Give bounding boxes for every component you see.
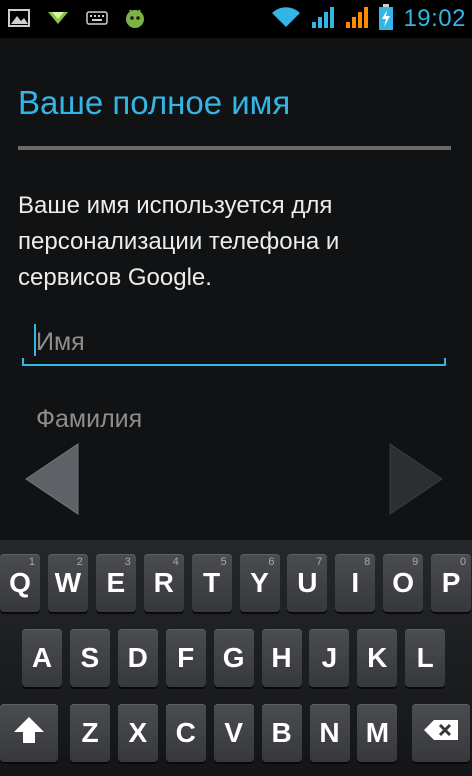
status-bar: 19:02 bbox=[0, 0, 472, 38]
key-e[interactable]: E3 bbox=[95, 554, 136, 612]
key-hint: 2 bbox=[76, 556, 83, 568]
key-label: J bbox=[321, 642, 338, 673]
key-label: T bbox=[203, 567, 221, 598]
key-s[interactable]: S bbox=[69, 629, 110, 687]
key-label: R bbox=[153, 567, 174, 598]
key-j[interactable]: J bbox=[309, 629, 350, 687]
next-button[interactable] bbox=[388, 442, 444, 516]
key-label: V bbox=[224, 717, 244, 748]
key-f[interactable]: F bbox=[165, 629, 206, 687]
shift-icon bbox=[12, 715, 46, 752]
page-title: Ваше полное имя bbox=[18, 84, 291, 121]
key-hint: 0 bbox=[459, 556, 467, 568]
key-hint: 6 bbox=[268, 556, 275, 568]
signal-orange-icon bbox=[345, 6, 369, 33]
key-p[interactable]: P0 bbox=[431, 554, 472, 612]
download-icon bbox=[46, 10, 70, 31]
android-app-icon bbox=[124, 7, 146, 34]
wifi-icon bbox=[271, 6, 301, 33]
signal-icon bbox=[311, 6, 335, 33]
key-label: Z bbox=[81, 717, 99, 748]
key-i[interactable]: I8 bbox=[335, 554, 376, 612]
backspace-icon bbox=[422, 717, 460, 749]
key-d[interactable]: D bbox=[117, 629, 158, 687]
description-text: Ваше имя используется для персонализации… bbox=[18, 192, 340, 291]
key-label: Q bbox=[9, 567, 31, 598]
key-label: I bbox=[351, 567, 360, 598]
title-divider bbox=[18, 146, 451, 150]
key-g[interactable]: G bbox=[213, 629, 254, 687]
clock: 19:02 bbox=[403, 5, 466, 32]
key-hint: 1 bbox=[28, 556, 35, 568]
key-k[interactable]: K bbox=[357, 629, 398, 687]
key-label: W bbox=[54, 567, 82, 598]
key-label: U bbox=[297, 567, 318, 598]
key-hint: 4 bbox=[172, 556, 179, 568]
key-a[interactable]: A bbox=[22, 629, 62, 687]
back-button[interactable] bbox=[24, 442, 80, 516]
shift-key[interactable] bbox=[0, 704, 58, 762]
key-o[interactable]: O9 bbox=[383, 554, 424, 612]
key-label: P bbox=[441, 567, 461, 598]
gallery-icon bbox=[8, 8, 30, 32]
delete-key[interactable] bbox=[412, 704, 470, 762]
key-label: A bbox=[31, 642, 53, 673]
key-l[interactable]: L bbox=[405, 629, 446, 687]
left-arrow-icon bbox=[24, 443, 80, 520]
key-label: O bbox=[392, 567, 415, 598]
key-c[interactable]: C bbox=[165, 704, 206, 762]
key-hint: 5 bbox=[220, 556, 227, 568]
right-arrow-icon bbox=[388, 443, 444, 520]
key-label: L bbox=[416, 642, 434, 673]
key-u[interactable]: U7 bbox=[287, 554, 328, 612]
key-label: Y bbox=[250, 567, 269, 598]
key-label: D bbox=[127, 642, 148, 673]
key-label: F bbox=[177, 642, 195, 673]
key-label: S bbox=[80, 642, 100, 673]
key-hint: 3 bbox=[124, 556, 131, 568]
first-name-underline bbox=[22, 358, 446, 366]
key-hint: 8 bbox=[364, 556, 371, 568]
key-w[interactable]: W2 bbox=[47, 554, 88, 612]
key-label: H bbox=[271, 642, 292, 673]
key-label: M bbox=[365, 717, 390, 748]
soft-keyboard: Q1W2E3R4T5Y6U7I8O9P0 ASDFGHJKL ZXCVBNM bbox=[0, 540, 472, 776]
key-m[interactable]: M bbox=[357, 704, 398, 762]
system-icons: 19:02 bbox=[271, 3, 466, 35]
first-name-field[interactable]: Имя bbox=[22, 318, 446, 366]
key-b[interactable]: B bbox=[261, 704, 302, 762]
key-label: X bbox=[128, 717, 148, 748]
key-label: C bbox=[175, 717, 196, 748]
key-q[interactable]: Q1 bbox=[0, 554, 40, 612]
battery-charging-icon bbox=[379, 3, 394, 35]
key-h[interactable]: H bbox=[261, 629, 302, 687]
keyboard-icon bbox=[86, 10, 108, 30]
key-label: E bbox=[106, 567, 126, 598]
last-name-field[interactable]: Фамилия bbox=[22, 395, 446, 443]
key-y[interactable]: Y6 bbox=[239, 554, 280, 612]
key-t[interactable]: T5 bbox=[191, 554, 232, 612]
key-z[interactable]: Z bbox=[70, 704, 110, 762]
notification-icons bbox=[8, 8, 146, 32]
key-hint: 7 bbox=[316, 556, 323, 568]
key-label: G bbox=[222, 642, 245, 673]
key-label: K bbox=[367, 642, 388, 673]
first-name-placeholder: Имя bbox=[36, 328, 85, 356]
key-label: N bbox=[319, 717, 340, 748]
key-x[interactable]: X bbox=[117, 704, 158, 762]
key-v[interactable]: V bbox=[213, 704, 254, 762]
last-name-placeholder: Фамилия bbox=[36, 405, 143, 433]
key-r[interactable]: R4 bbox=[143, 554, 184, 612]
key-hint: 9 bbox=[412, 556, 419, 568]
key-label: B bbox=[271, 717, 292, 748]
key-n[interactable]: N bbox=[309, 704, 350, 762]
